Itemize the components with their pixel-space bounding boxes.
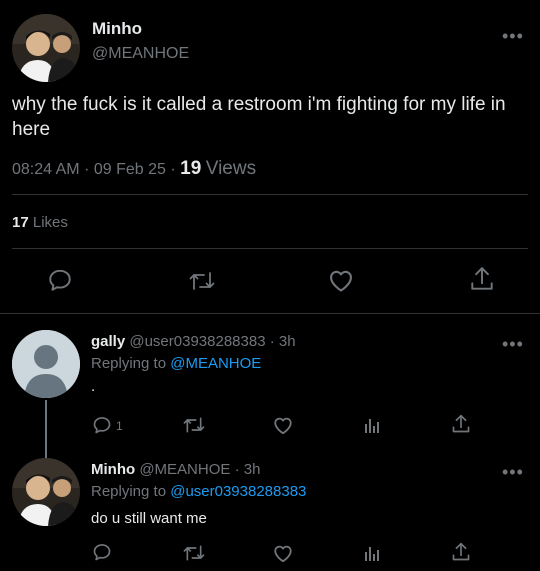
replying-prefix: Replying to — [91, 483, 167, 500]
reply-icon[interactable] — [92, 542, 112, 562]
analytics-icon[interactable] — [363, 415, 383, 435]
author-avatar[interactable] — [12, 14, 80, 82]
views-label: Views — [205, 158, 257, 179]
replying-to-handle[interactable]: @user03938288383 — [170, 483, 306, 500]
tweet-time: 08:24 AM — [12, 161, 80, 178]
divider — [12, 194, 528, 195]
reply-icon[interactable] — [47, 267, 73, 293]
reply-header: Minho @MEANHOE · 3h — [91, 461, 260, 478]
reply-time: 3h — [243, 461, 261, 478]
like-icon[interactable] — [272, 543, 294, 563]
thread-line — [45, 400, 47, 458]
share-icon[interactable] — [451, 413, 471, 435]
replying-prefix: Replying to — [91, 355, 167, 372]
share-icon[interactable] — [451, 541, 471, 563]
meta-separator: · — [84, 161, 90, 178]
reply-header: gally @user03938288383 · 3h — [91, 333, 296, 350]
more-options-icon[interactable]: ••• — [502, 334, 524, 355]
reply-avatar[interactable] — [12, 458, 80, 526]
reply-author-handle[interactable]: @MEANHOE — [139, 461, 230, 478]
likes-label: Likes — [32, 214, 68, 231]
reply-count: 1 — [116, 419, 123, 433]
replying-to-handle[interactable]: @MEANHOE — [170, 355, 261, 372]
author-handle[interactable]: @MEANHOE — [92, 45, 189, 63]
more-options-icon[interactable]: ••• — [502, 26, 524, 47]
meta-separator: · — [269, 333, 275, 350]
reply-author-name[interactable]: Minho — [91, 461, 135, 478]
more-options-icon[interactable]: ••• — [502, 462, 524, 483]
reply-avatar[interactable] — [12, 330, 80, 398]
likes-count: 17 — [12, 214, 29, 231]
replying-to: Replying to @MEANHOE — [91, 355, 261, 372]
meta-separator: · — [234, 461, 240, 478]
retweet-icon[interactable] — [182, 543, 206, 563]
tweet-date: 09 Feb 25 — [93, 161, 166, 178]
share-icon[interactable] — [469, 265, 495, 293]
tweet-text: why the fuck is it called a restroom i'm… — [12, 94, 506, 140]
replying-to: Replying to @user03938288383 — [91, 483, 306, 500]
retweet-icon[interactable] — [188, 268, 216, 294]
reply-icon[interactable] — [92, 415, 112, 435]
like-icon[interactable] — [327, 267, 355, 293]
reply-text: do u still want me — [91, 510, 207, 527]
divider — [12, 248, 528, 249]
like-icon[interactable] — [272, 415, 294, 435]
divider — [0, 313, 540, 314]
meta-separator: · — [170, 161, 176, 178]
author-name[interactable]: Minho — [92, 19, 142, 39]
views-count: 19 — [180, 158, 202, 179]
reply-time: 3h — [278, 333, 296, 350]
retweet-icon[interactable] — [182, 415, 206, 435]
likes-stat[interactable]: 17 Likes — [12, 214, 68, 231]
reply-text: . — [91, 378, 96, 395]
analytics-icon[interactable] — [363, 543, 383, 563]
tweet-meta: 08:24 AM · 09 Feb 25 · 19 Views — [12, 158, 256, 180]
reply-author-handle[interactable]: @user03938288383 — [129, 333, 265, 350]
reply-author-name[interactable]: gally — [91, 333, 125, 350]
